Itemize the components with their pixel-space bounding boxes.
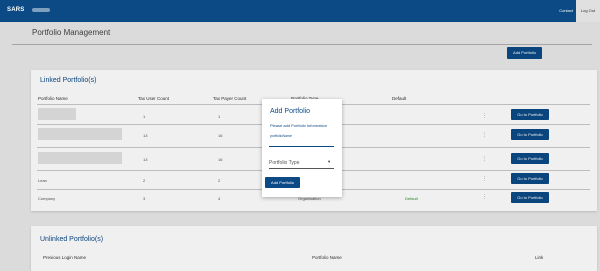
modal-add-portfolio-button[interactable]: Add Portfolio — [265, 177, 300, 188]
portfolio-type-select[interactable]: Portfolio Type — [269, 160, 299, 166]
logout-button[interactable]: Log Out — [576, 0, 600, 22]
add-portfolio-modal: Add Portfolio Please add Portfolio Infor… — [262, 99, 342, 197]
logo-badge — [32, 8, 50, 12]
top-bar: SARS Contact Log Out — [0, 0, 600, 22]
modal-subtitle: Please add Portfolio Information — [270, 123, 327, 128]
contact-link[interactable]: Contact — [559, 0, 573, 22]
select-underline — [269, 168, 334, 169]
portfolio-name-label: portfolioName — [270, 134, 292, 138]
chevron-down-icon[interactable]: ▾ — [328, 159, 330, 165]
modal-title: Add Portfolio — [270, 108, 311, 115]
portfolio-name-input[interactable] — [269, 139, 334, 147]
sars-logo: SARS — [7, 7, 25, 13]
